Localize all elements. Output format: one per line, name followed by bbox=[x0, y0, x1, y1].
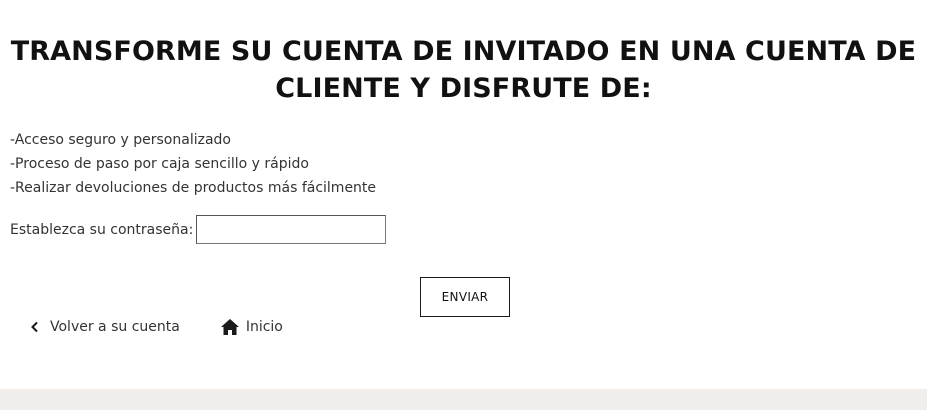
footer-links: Volver a su cuenta Inicio bbox=[30, 318, 283, 336]
benefit-item: -Acceso seguro y personalizado bbox=[10, 132, 231, 148]
benefit-item: -Proceso de paso por caja sencillo y ráp… bbox=[10, 156, 309, 172]
chevron-left-icon bbox=[30, 321, 40, 333]
back-to-account-link[interactable]: Volver a su cuenta bbox=[30, 319, 180, 335]
page: TRANSFORME SU CUENTA DE INVITADO EN UNA … bbox=[0, 0, 927, 410]
password-row: Establezca su contraseña: bbox=[10, 215, 387, 244]
home-icon bbox=[220, 318, 240, 336]
submit-button[interactable]: ENVIAR bbox=[420, 277, 510, 317]
home-link-label: Inicio bbox=[245, 319, 283, 335]
home-link[interactable]: Inicio bbox=[220, 318, 283, 336]
back-link-label: Volver a su cuenta bbox=[50, 319, 180, 335]
password-input[interactable] bbox=[196, 215, 387, 244]
benefits-list: -Acceso seguro y personalizado -Proceso … bbox=[10, 128, 376, 200]
page-title-line-1: TRANSFORME SU CUENTA DE INVITADO EN UNA … bbox=[10, 36, 917, 67]
footer-band bbox=[0, 389, 927, 410]
benefit-item: -Realizar devoluciones de productos más … bbox=[10, 180, 377, 196]
page-title: TRANSFORME SU CUENTA DE INVITADO EN UNA … bbox=[0, 33, 927, 107]
password-label: Establezca su contraseña: bbox=[10, 221, 194, 238]
page-title-line-2: CLIENTE Y DISFRUTE DE: bbox=[275, 73, 652, 104]
